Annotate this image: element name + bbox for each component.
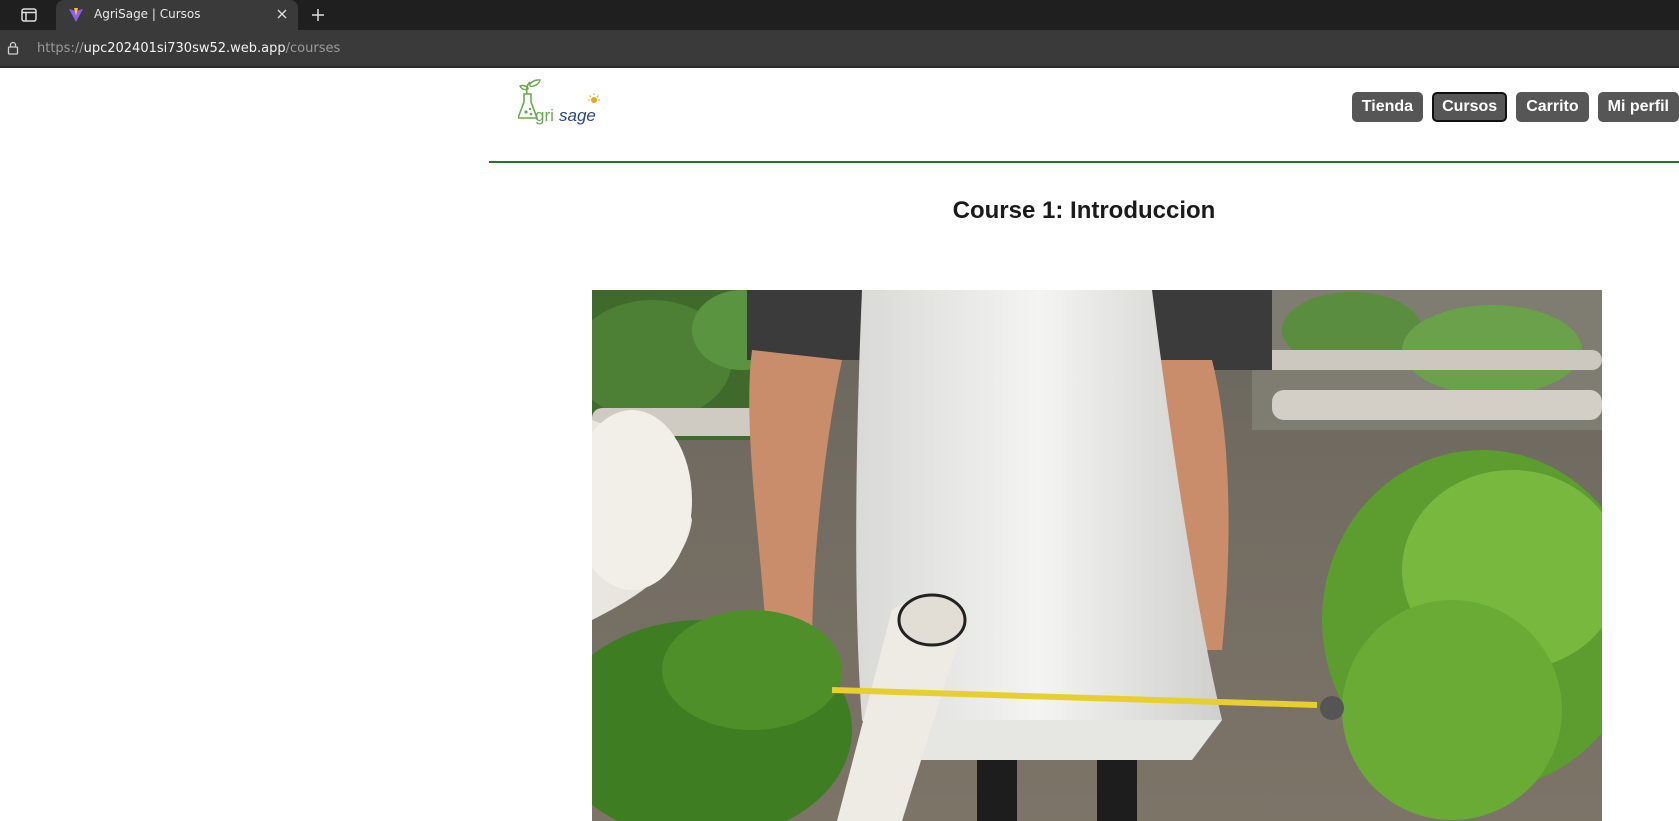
browser-tab-active[interactable]: AgriSage | Cursos <box>56 0 298 30</box>
address-bar[interactable]: https://upc202401si730sw52.web.app/cours… <box>0 30 1679 66</box>
tab-actions-icon[interactable] <box>20 6 38 24</box>
course-title: Course 1: Introduccion <box>952 197 1216 224</box>
header-divider <box>489 161 1679 163</box>
main-nav: Tienda Cursos Carrito Mi perfil <box>1351 92 1679 122</box>
lock-icon[interactable] <box>7 41 21 55</box>
tab-title: AgriSage | Cursos <box>94 7 201 21</box>
new-tab-plus-icon[interactable] <box>308 5 328 25</box>
site-header: gri sage Tienda Cursos Carrito Mi perfil <box>489 68 1679 163</box>
vite-favicon-icon <box>68 7 84 23</box>
close-icon[interactable] <box>274 6 290 22</box>
nav-button-carrito[interactable]: Carrito <box>1516 92 1589 122</box>
url-text[interactable]: https://upc202401si730sw52.web.app/cours… <box>37 41 340 56</box>
browser-tab-bar: AgriSage | Cursos <box>0 0 1679 30</box>
svg-text:sage: sage <box>559 106 596 125</box>
nav-button-tienda[interactable]: Tienda <box>1351 92 1424 122</box>
url-path: /courses <box>285 41 341 56</box>
nav-button-mi-perfil[interactable]: Mi perfil <box>1597 92 1679 122</box>
nav-button-cursos[interactable]: Cursos <box>1432 92 1508 122</box>
course-video-player[interactable] <box>592 290 1602 821</box>
svg-text:gri: gri <box>535 106 554 125</box>
url-host: upc202401si730sw52.web.app <box>83 41 286 56</box>
url-scheme: https:// <box>37 41 84 56</box>
video-frame-image <box>592 290 1602 821</box>
agrisage-logo[interactable]: gri sage <box>516 78 604 130</box>
